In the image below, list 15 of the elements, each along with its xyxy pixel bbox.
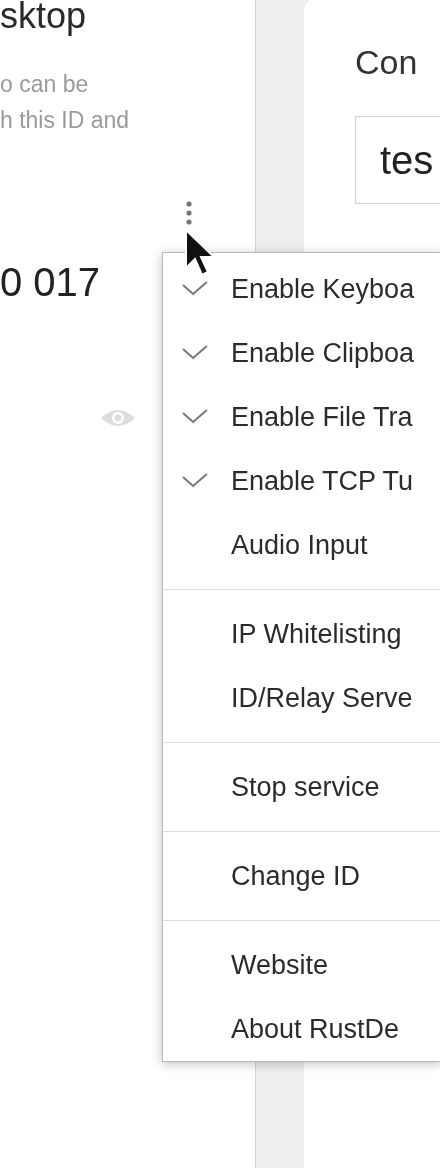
- menu-item[interactable]: Audio Input: [163, 513, 440, 577]
- menu-item[interactable]: ID/Relay Serve: [163, 666, 440, 730]
- description-text: o can be h this ID and: [0, 70, 131, 135]
- menu-item[interactable]: Stop service: [163, 755, 440, 819]
- menu-item[interactable]: Enable Keyboa: [163, 257, 440, 321]
- card-heading: Con: [355, 42, 419, 83]
- menu-item[interactable]: IP Whitelisting: [163, 602, 440, 666]
- menu-item[interactable]: About RustDe: [163, 997, 440, 1061]
- menu-item[interactable]: Website: [163, 933, 440, 997]
- menu-item[interactable]: Enable File Tra: [163, 385, 440, 449]
- page-title: sktop: [0, 0, 88, 38]
- menu-item[interactable]: Enable TCP Tu: [163, 449, 440, 513]
- menu-item[interactable]: Enable Clipboa: [163, 321, 440, 385]
- menu-item[interactable]: Change ID: [163, 844, 440, 908]
- id-input-field[interactable]: tes: [355, 116, 440, 204]
